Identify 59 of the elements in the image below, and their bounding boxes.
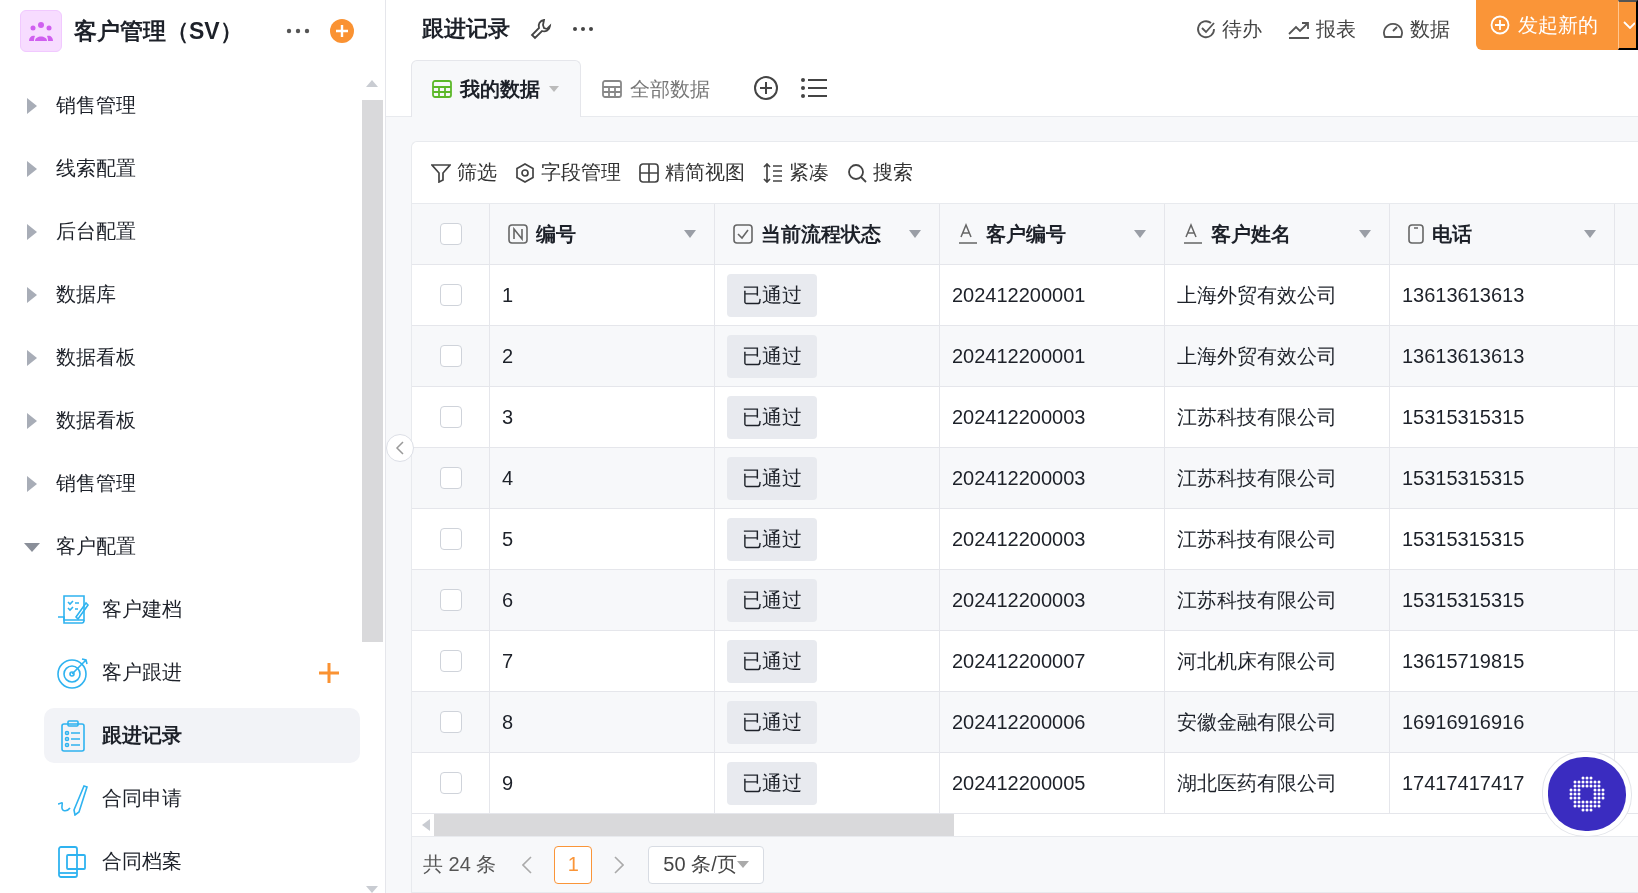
status-tag: 已通过 — [727, 273, 817, 317]
table-cell: 202412200003 — [940, 570, 1165, 631]
toolbar-button[interactable]: 报表 — [1288, 15, 1356, 43]
table-cell: 8 — [490, 692, 715, 753]
menu-item[interactable]: 客户跟进 — [44, 645, 360, 700]
status-tag: 已通过 — [727, 700, 817, 744]
table-cell: 2 — [490, 326, 715, 387]
toolbar-button[interactable]: 待办 — [1196, 15, 1262, 43]
total-count: 共 24 条 — [423, 852, 497, 877]
view-tab[interactable]: 我的数据 — [411, 60, 581, 117]
table-cell: 安徽金融有限公司 — [1165, 692, 1390, 753]
table-cell: 6 — [490, 570, 715, 631]
status-tag: 已通过 — [727, 395, 817, 439]
table-cell: 15315315315 — [1390, 448, 1615, 509]
column-header[interactable]: 客户姓名 — [1165, 204, 1390, 265]
table-cell: 湖北医药有限公司 — [1165, 753, 1390, 814]
toolbar-button[interactable]: 紧凑 — [763, 159, 829, 186]
menu-item[interactable]: 销售管理 — [56, 92, 136, 119]
page-size-select[interactable]: 50 条/页 — [648, 845, 764, 884]
column-header[interactable]: 当前流程状态 — [715, 204, 940, 265]
toolbar-button[interactable]: 精简视图 — [639, 159, 745, 186]
app-title: 客户管理（SV） — [74, 16, 244, 46]
toolbar-button[interactable]: 筛选 — [431, 159, 497, 186]
toolbar-button[interactable]: 搜索 — [847, 159, 913, 186]
menu-item[interactable]: 合同申请 — [44, 771, 360, 826]
menu-item[interactable]: 数据看板 — [56, 344, 136, 371]
toolbar-button[interactable]: 字段管理 — [515, 159, 621, 186]
table-cell: 13613613613 — [1390, 326, 1615, 387]
view-tab[interactable]: 全部数据 — [581, 60, 731, 117]
page-title: 跟进记录 — [422, 15, 510, 43]
status-tag: 已通过 — [727, 639, 817, 683]
menu-item[interactable]: 销售管理 — [56, 470, 136, 497]
status-tag: 已通过 — [727, 334, 817, 378]
column-header[interactable]: 客户编号 — [940, 204, 1165, 265]
table-cell: 202412200003 — [940, 448, 1165, 509]
toolbar-button[interactable]: 数据 — [1382, 15, 1450, 43]
menu-item[interactable]: 合同档案 — [44, 834, 360, 889]
status-tag: 已通过 — [727, 761, 817, 805]
table-cell: 江苏科技有限公司 — [1165, 570, 1390, 631]
table-cell: 4 — [490, 448, 715, 509]
table-cell: 202412200005 — [940, 753, 1165, 814]
table-cell: 16916916916 — [1390, 692, 1615, 753]
status-tag: 已通过 — [727, 517, 817, 561]
table-cell: 202412200001 — [940, 326, 1165, 387]
menu-item[interactable]: 跟进记录 — [44, 708, 360, 763]
menu-item[interactable]: 客户建档 — [44, 582, 360, 637]
status-tag: 已通过 — [727, 578, 817, 622]
column-header[interactable]: 电话 — [1390, 204, 1615, 265]
table-cell: 15315315315 — [1390, 570, 1615, 631]
table-cell: 202412200006 — [940, 692, 1165, 753]
menu-item[interactable]: 客户配置 — [56, 533, 136, 560]
column-header[interactable]: 编号 — [490, 204, 715, 265]
table-cell: 上海外贸有效公司 — [1165, 326, 1390, 387]
menu-item[interactable]: 数据看板 — [56, 407, 136, 434]
status-tag: 已通过 — [727, 456, 817, 500]
table-cell: 江苏科技有限公司 — [1165, 448, 1390, 509]
menu-item[interactable]: 后台配置 — [56, 218, 136, 245]
menu-item[interactable]: 线索配置 — [56, 155, 136, 182]
menu-item[interactable]: 数据库 — [56, 281, 116, 308]
